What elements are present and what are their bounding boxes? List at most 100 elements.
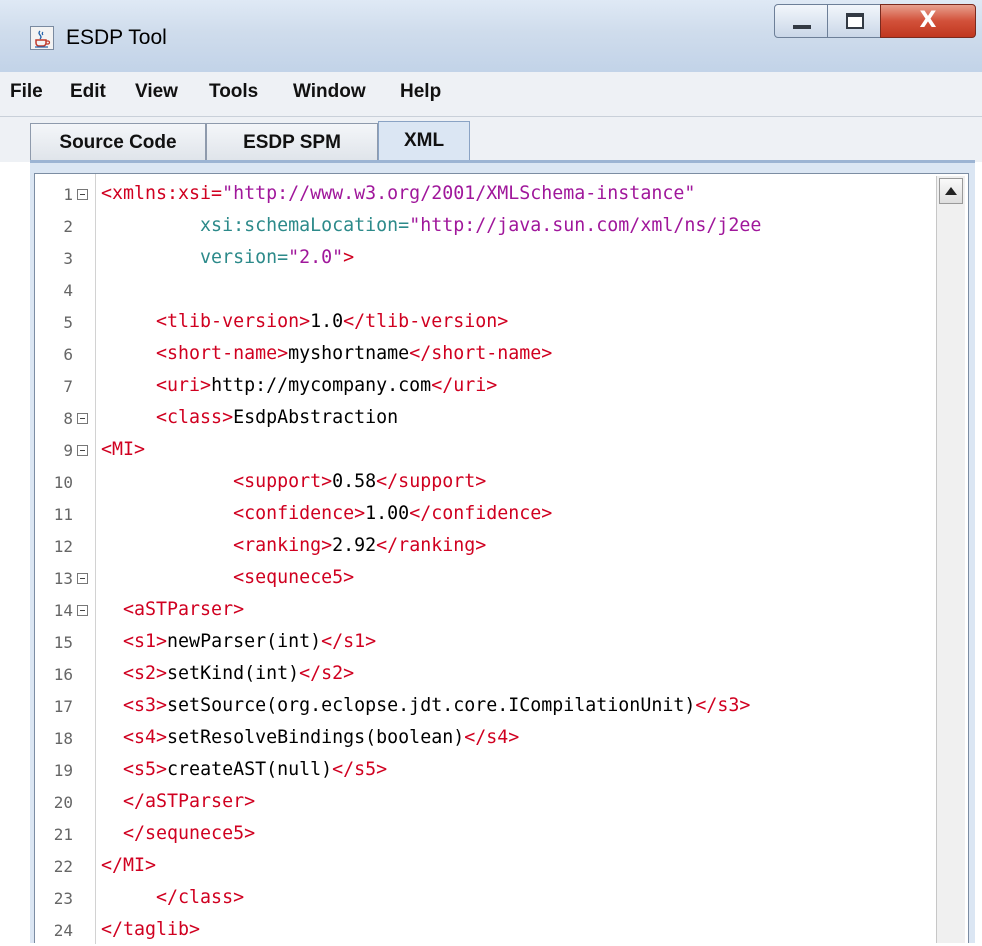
code-text: <tlib-version>1.0</tlib-version>	[101, 306, 508, 338]
code-token: 2.92	[332, 535, 377, 556]
code-token: setSource(org.eclopse.jdt.core.ICompilat…	[167, 695, 696, 716]
code-token: 1.00	[365, 503, 410, 524]
code-token: "http://java.sun.com/xml/ns/j2ee	[409, 215, 762, 236]
code-text: </taglib>	[101, 914, 200, 946]
code-token: </tlib-version>	[343, 311, 509, 332]
code-line: version="2.0">	[35, 242, 935, 274]
code-token: <xmlns:xsi=	[101, 183, 223, 204]
code-token: </s1>	[321, 631, 377, 652]
code-line: <s3>setSource(org.eclopse.jdt.core.IComp…	[35, 690, 935, 722]
code-text: <uri>http://mycompany.com</uri>	[101, 370, 497, 402]
code-text: </aSTParser>	[101, 786, 255, 818]
code-line: <ranking>2.92</ranking>	[35, 530, 935, 562]
code-token: </s5>	[332, 759, 388, 780]
code-line: <aSTParser>	[35, 594, 935, 626]
code-line: <sequnece5>	[35, 562, 935, 594]
code-line: </class>	[35, 882, 935, 914]
code-token: </confidence>	[409, 503, 553, 524]
minimize-icon	[793, 25, 811, 29]
code-token: EsdpAbstraction	[233, 407, 399, 428]
menu-view[interactable]: View	[135, 81, 178, 103]
code-text: <s4>setResolveBindings(boolean)</s4>	[101, 722, 519, 754]
code-token: xsi:schemaLocation=	[101, 215, 410, 236]
code-token: <s5>	[101, 759, 168, 780]
code-text: <sequnece5>	[101, 562, 354, 594]
code-token: </s2>	[299, 663, 355, 684]
code-token: <confidence>	[101, 503, 366, 524]
code-token: <s2>	[101, 663, 168, 684]
code-token: <s4>	[101, 727, 168, 748]
title-bar: ESDP Tool X	[0, 0, 982, 73]
code-token: </taglib>	[101, 919, 201, 940]
menu-file[interactable]: File	[10, 81, 43, 103]
close-button[interactable]: X	[880, 4, 976, 38]
menu-help[interactable]: Help	[400, 81, 441, 103]
code-token: <support>	[101, 471, 333, 492]
java-cup-icon[interactable]	[30, 26, 54, 50]
code-token: <uri>	[101, 375, 212, 396]
close-icon: X	[919, 8, 937, 33]
code-token: </short-name>	[409, 343, 553, 364]
code-text: version="2.0">	[101, 242, 354, 274]
code-line: xsi:schemaLocation="http://java.sun.com/…	[35, 210, 935, 242]
window-title: ESDP Tool	[66, 26, 167, 49]
code-text: <s2>setKind(int)</s2>	[101, 658, 354, 690]
code-token: createAST(null)	[167, 759, 333, 780]
code-token: "2.0"	[288, 247, 344, 268]
code-text: </class>	[101, 882, 244, 914]
code-token: setKind(int)	[167, 663, 300, 684]
code-line: <confidence>1.00</confidence>	[35, 498, 935, 530]
code-text: <confidence>1.00</confidence>	[101, 498, 552, 530]
code-line: </aSTParser>	[35, 786, 935, 818]
code-token: >	[343, 247, 355, 268]
code-line: </taglib>	[35, 914, 935, 946]
tab-source-code[interactable]: Source Code	[30, 123, 206, 161]
menu-window[interactable]: Window	[293, 81, 366, 103]
code-token: <ranking>	[101, 535, 333, 556]
code-token: <tlib-version>	[101, 311, 311, 332]
code-token: </ranking>	[376, 535, 487, 556]
maximize-icon	[846, 13, 864, 29]
menu-bar: File Edit View Tools Window Help	[0, 72, 982, 117]
menu-edit[interactable]: Edit	[70, 81, 106, 103]
code-token: <s1>	[101, 631, 168, 652]
code-line: <short-name>myshortname</short-name>	[35, 338, 935, 370]
scroll-up-arrow-icon[interactable]	[939, 178, 963, 204]
tab-xml[interactable]: XML	[378, 121, 470, 162]
maximize-button[interactable]	[827, 4, 881, 38]
code-token: </MI>	[101, 855, 157, 876]
code-line: <class>EsdpAbstraction	[35, 402, 935, 434]
code-text: </sequnece5>	[101, 818, 255, 850]
code-text: <s3>setSource(org.eclopse.jdt.core.IComp…	[101, 690, 750, 722]
code-text: <s5>createAST(null)</s5>	[101, 754, 387, 786]
code-token: <s3>	[101, 695, 168, 716]
code-token: version=	[101, 247, 289, 268]
code-line: <s5>createAST(null)</s5>	[35, 754, 935, 786]
code-token: </s4>	[464, 727, 520, 748]
code-line: <uri>http://mycompany.com</uri>	[35, 370, 935, 402]
tab-esdp-spm[interactable]: ESDP SPM	[206, 123, 378, 161]
menu-tools[interactable]: Tools	[209, 81, 258, 103]
code-line: <tlib-version>1.0</tlib-version>	[35, 306, 935, 338]
code-line: <s4>setResolveBindings(boolean)</s4>	[35, 722, 935, 754]
code-line: <xmlns:xsi="http://www.w3.org/2001/XMLSc…	[35, 178, 935, 210]
xml-code-editor[interactable]: 1 <xmlns:xsi="http://www.w3.org/2001/XMLS…	[34, 173, 969, 946]
code-line: </sequnece5>	[35, 818, 935, 850]
code-text: <MI>	[101, 434, 145, 466]
code-token: </aSTParser>	[101, 791, 256, 812]
minimize-button[interactable]	[774, 4, 828, 38]
code-text: <s1>newParser(int)</s1>	[101, 626, 376, 658]
code-text: <short-name>myshortname</short-name>	[101, 338, 552, 370]
code-token: </sequnece5>	[101, 823, 256, 844]
code-token: <aSTParser>	[101, 599, 245, 620]
code-token: </support>	[376, 471, 487, 492]
code-token: 1.0	[310, 311, 344, 332]
vertical-scrollbar[interactable]	[936, 176, 965, 943]
code-token: http://mycompany.com	[211, 375, 432, 396]
code-token: <class>	[101, 407, 234, 428]
code-line: <support>0.58</support>	[35, 466, 935, 498]
code-line: <s1>newParser(int)</s1>	[35, 626, 935, 658]
code-token: </s3>	[695, 695, 751, 716]
code-line: <MI>	[35, 434, 935, 466]
code-text: xsi:schemaLocation="http://java.sun.com/…	[101, 210, 761, 242]
